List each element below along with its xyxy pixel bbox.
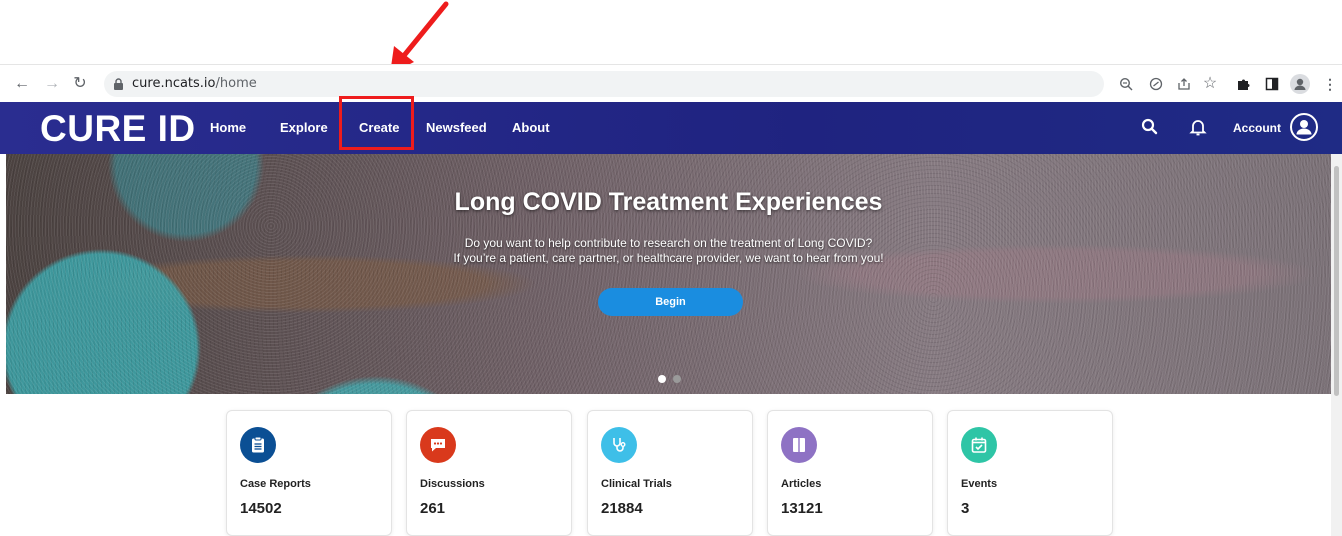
nav-link-about[interactable]: About — [512, 120, 550, 135]
back-arrow-icon[interactable]: ← — [12, 74, 32, 94]
address-bar[interactable]: cure.ncats.io/home — [104, 71, 1104, 97]
hero-banner: Long COVID Treatment Experiences Do you … — [6, 154, 1331, 394]
zoom-icon[interactable] — [1116, 74, 1136, 94]
begin-button[interactable]: Begin — [598, 288, 743, 316]
browser-toolbar: ← → ↻ cure.ncats.io/home ☆ ⋮ — [0, 64, 1342, 102]
nav-link-newsfeed[interactable]: Newsfeed — [426, 120, 487, 135]
nav-link-home[interactable]: Home — [210, 120, 246, 135]
stat-card-discussions[interactable]: Discussions 261 — [406, 410, 572, 536]
stat-label: Case Reports — [240, 478, 311, 490]
carousel-dot-1[interactable] — [658, 375, 666, 383]
share-icon[interactable] — [1174, 74, 1194, 94]
forward-arrow-icon[interactable]: → — [42, 74, 62, 94]
stat-label: Articles — [781, 478, 822, 490]
calendar-check-icon — [961, 427, 997, 463]
stat-card-articles[interactable]: Articles 13121 — [767, 410, 933, 536]
stat-card-clinical-trials[interactable]: Clinical Trials 21884 — [587, 410, 753, 536]
stat-count: 13121 — [781, 500, 823, 517]
profile-avatar-icon[interactable] — [1290, 74, 1310, 94]
nav-link-explore[interactable]: Explore — [280, 120, 328, 135]
stat-label: Discussions — [420, 478, 485, 490]
clipboard-icon — [240, 427, 276, 463]
stat-label: Events — [961, 478, 998, 490]
bookmark-star-icon[interactable]: ☆ — [1200, 74, 1220, 94]
stat-card-events[interactable]: Events 3 — [947, 410, 1113, 536]
stat-card-case-reports[interactable]: Case Reports 14502 — [226, 410, 392, 536]
notification-bell-icon[interactable] — [1187, 116, 1209, 138]
site-navbar: CURE ID Home Explore Create Newsfeed Abo… — [0, 102, 1342, 154]
stat-count: 14502 — [240, 500, 282, 517]
stethoscope-icon — [601, 427, 637, 463]
stat-count: 3 — [961, 500, 970, 517]
page-scrollbar[interactable] — [1331, 154, 1342, 536]
chat-bubble-icon — [420, 427, 456, 463]
stat-count: 261 — [420, 500, 446, 517]
stat-count: 21884 — [601, 500, 643, 517]
lock-icon — [114, 78, 123, 90]
account-user-icon[interactable] — [1290, 113, 1318, 141]
password-key-icon[interactable] — [1146, 74, 1166, 94]
browser-menu-icon[interactable]: ⋮ — [1320, 74, 1340, 94]
hero-subtitle-line2: If you’re a patient, care partner, or he… — [453, 251, 884, 265]
stat-label: Clinical Trials — [601, 478, 672, 490]
carousel-dot-2[interactable] — [673, 375, 681, 383]
reload-icon[interactable]: ↻ — [70, 74, 90, 94]
cure-id-logo[interactable]: CURE ID — [40, 108, 196, 150]
page: ← → ↻ cure.ncats.io/home ☆ ⋮ CURE ID Hom… — [0, 0, 1342, 536]
search-icon[interactable] — [1139, 116, 1161, 138]
hero-title: Long COVID Treatment Experiences — [454, 188, 883, 216]
book-icon — [781, 427, 817, 463]
hero-subtitle-line1: Do you want to help contribute to resear… — [464, 236, 873, 250]
extensions-puzzle-icon[interactable] — [1234, 74, 1254, 94]
side-panel-icon[interactable] — [1262, 74, 1282, 94]
url-text: cure.ncats.io/home — [132, 76, 257, 91]
scrollbar-thumb[interactable] — [1334, 166, 1339, 396]
account-label[interactable]: Account — [1233, 121, 1281, 135]
annotation-highlight-box — [339, 96, 414, 150]
